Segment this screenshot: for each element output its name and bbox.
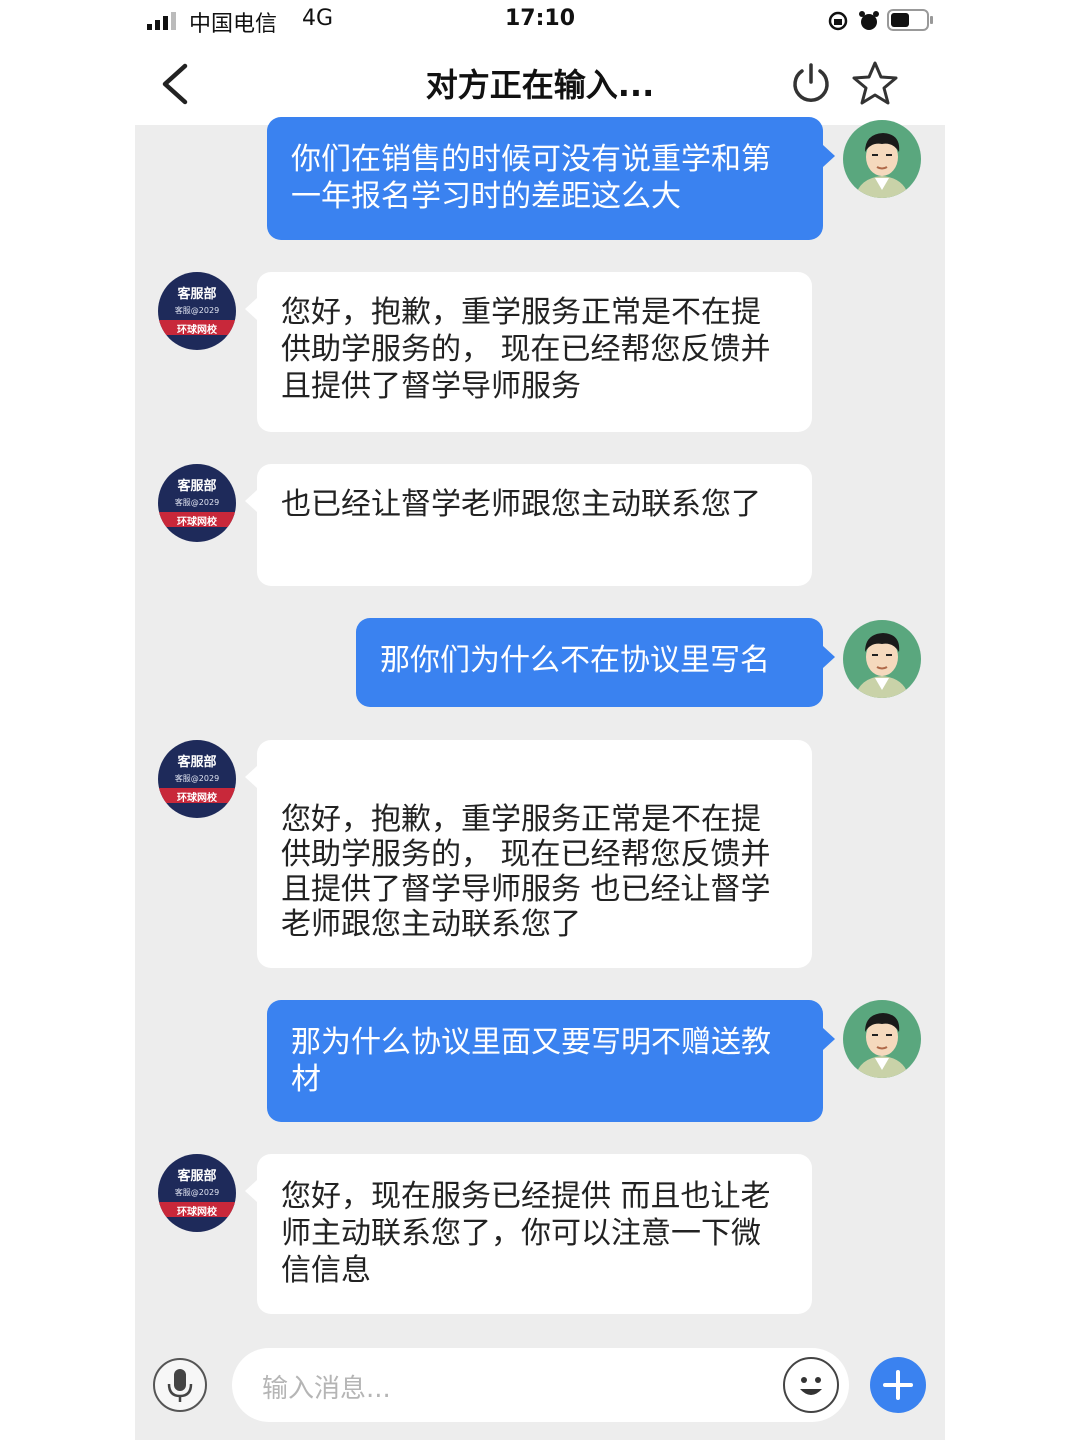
microphone-icon (167, 1369, 193, 1402)
avatar-sublabel: 客服@2029 (174, 774, 220, 783)
alarm-icon (859, 11, 879, 30)
message-input[interactable]: 输入消息... (232, 1348, 849, 1422)
avatar-brand: 环球网校 (177, 1207, 217, 1218)
star-icon[interactable] (852, 60, 898, 106)
smiley-icon (800, 1377, 822, 1395)
input-placeholder: 输入消息... (262, 1374, 391, 1404)
avatar-brand: 环球网校 (177, 517, 217, 528)
avatar-label: 客服部 (177, 479, 217, 494)
user-avatar[interactable] (843, 1000, 921, 1078)
bubble-tail (823, 145, 835, 167)
avatar-sublabel: 客服@2029 (174, 306, 220, 315)
avatar-brand: 环球网校 (177, 793, 217, 804)
bubble-tail (245, 298, 257, 320)
bubble-tail (823, 1028, 835, 1050)
received-message-bubble[interactable]: 也已经让督学老师跟您主动联系您了 (257, 464, 812, 586)
message-row: 那你们为什么不在协议里写名 (135, 618, 945, 710)
bubble-tail (245, 490, 257, 512)
service-avatar[interactable]: 客服部 客服@2029 环球网校 (158, 1154, 236, 1232)
service-avatar[interactable]: 客服部 客服@2029 环球网校 (158, 464, 236, 542)
chat-screen: 中国电信 4G 17:10 对方正在输入... 你们在销售的时候可没有说重学和第… (135, 0, 945, 1440)
add-button[interactable] (870, 1357, 926, 1413)
received-message-bubble[interactable]: 您好，抱歉，重学服务正常是不在提供助学服务的， 现在已经帮您反馈并且提供了督学导… (257, 740, 812, 968)
battery-icon (887, 9, 933, 31)
avatar-sublabel: 客服@2029 (174, 1188, 220, 1197)
message-row: 那为什么协议里面又要写明不赠送教材 (135, 1000, 945, 1125)
avatar-label: 客服部 (177, 287, 217, 302)
power-icon[interactable] (790, 62, 832, 104)
bubble-tail (823, 646, 835, 668)
man-avatar-icon (855, 133, 909, 198)
received-message-bubble[interactable]: 您好，现在服务已经提供 而且也让老师主动联系您了，你可以注意一下微信信息 (257, 1154, 812, 1314)
nav-bar: 对方正在输入... (135, 42, 945, 125)
user-avatar[interactable] (843, 620, 921, 698)
input-bar: 输入消息... (135, 1330, 945, 1440)
clock: 17:10 (504, 6, 576, 31)
sent-message-bubble[interactable]: 那你们为什么不在协议里写名 (356, 618, 823, 707)
received-message-bubble[interactable]: 您好，抱歉，重学服务正常是不在提供助学服务的， 现在已经帮您反馈并且提供了督学导… (257, 272, 812, 432)
man-avatar-icon (855, 1013, 909, 1078)
emoji-button[interactable] (783, 1357, 839, 1413)
avatar-brand: 环球网校 (177, 325, 217, 336)
message-row: 客服部 客服@2029 环球网校 您好，现在服务已经提供 而且也让老师主动联系您… (135, 1154, 945, 1319)
message-row: 客服部 客服@2029 环球网校 也已经让督学老师跟您主动联系您了 (135, 464, 945, 589)
rotation-lock-icon (828, 11, 848, 31)
service-avatar[interactable]: 客服部 客服@2029 环球网校 (158, 740, 236, 818)
sent-message-bubble[interactable]: 你们在销售的时候可没有说重学和第一年报名学习时的差距这么大 (267, 117, 823, 240)
voice-button[interactable] (153, 1358, 207, 1412)
service-avatar[interactable]: 客服部 客服@2029 环球网校 (158, 272, 236, 350)
man-avatar-icon (855, 633, 909, 698)
user-avatar[interactable] (843, 120, 921, 198)
bubble-tail (245, 766, 257, 788)
avatar-label: 客服部 (177, 1169, 217, 1184)
avatar-sublabel: 客服@2029 (174, 498, 220, 507)
sent-message-bubble[interactable]: 那为什么协议里面又要写明不赠送教材 (267, 1000, 823, 1122)
avatar-label: 客服部 (177, 755, 217, 770)
status-bar: 中国电信 4G 17:10 (135, 0, 945, 42)
bubble-tail (245, 1180, 257, 1202)
message-row: 客服部 客服@2029 环球网校 您好，抱歉，重学服务正常是不在提供助学服务的，… (135, 272, 945, 437)
plus-icon (883, 1370, 913, 1400)
message-row: 客服部 客服@2029 环球网校 您好，抱歉，重学服务正常是不在提供助学服务的，… (135, 740, 945, 970)
message-row: 你们在销售的时候可没有说重学和第一年报名学习时的差距这么大 (135, 117, 945, 247)
